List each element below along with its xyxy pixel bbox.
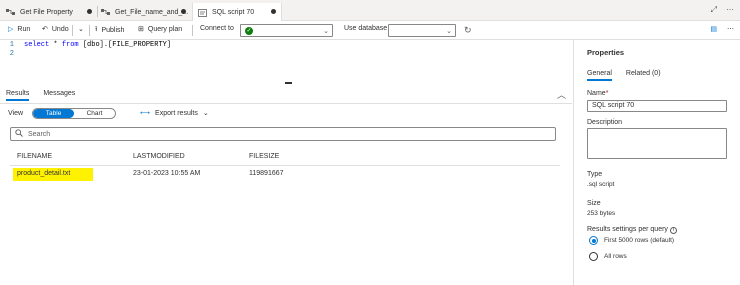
use-database-select[interactable]: ⌄	[388, 24, 456, 37]
run-label: Run	[17, 25, 31, 33]
code-text: select * from [dbo].[FILE_PROPERTY]	[24, 41, 172, 49]
name-label: Name*	[587, 90, 609, 97]
description-label: Description	[587, 119, 623, 126]
line-number: 1	[9, 41, 14, 49]
properties-tabs: General Related (0)	[587, 70, 661, 81]
export-arrows-icon: ⟷	[140, 110, 151, 117]
editor-line: 1 select * from [dbo].[FILE_PROPERTY]	[0, 41, 171, 50]
column-header-filename[interactable]: FILENAME	[17, 153, 52, 160]
tab-get-file-name[interactable]: Get_File_name_and_...	[101, 3, 191, 21]
radio-all-rows[interactable]: All rows	[589, 252, 627, 261]
tab-label: Get_File_name_and_...	[115, 8, 189, 16]
more-options-icon[interactable]: ⋯	[727, 25, 734, 33]
undo-button[interactable]: ↶ Undo	[42, 25, 69, 34]
toolbar-divider	[72, 25, 73, 36]
export-label: Export results	[155, 109, 198, 117]
undo-dropdown-chevron-icon[interactable]: ⌄	[78, 25, 88, 33]
view-label: View	[8, 110, 24, 117]
unsaved-dot-icon	[87, 9, 92, 14]
pane-splitter[interactable]	[573, 40, 574, 285]
view-toggle[interactable]: Table Chart	[32, 108, 117, 119]
undo-icon: ↶	[42, 26, 48, 33]
header-divider	[10, 165, 560, 166]
divider	[0, 103, 572, 104]
search-input[interactable]: Search	[10, 127, 556, 141]
tab-sql-script-70[interactable]: SQL script 70	[192, 3, 282, 22]
collapse-chevron-up-icon[interactable]: ︿	[557, 88, 566, 101]
results-tabs: Results Messages	[6, 90, 75, 101]
toolbar-right-actions: ▤ ⋯	[710, 25, 734, 33]
type-value: .sql script	[587, 181, 615, 188]
description-field[interactable]	[587, 128, 727, 159]
connect-to-label: Connect to	[200, 25, 234, 32]
line-number: 2	[9, 50, 14, 58]
search-placeholder: Search	[28, 130, 51, 138]
name-field[interactable]: SQL script 70	[587, 100, 727, 112]
editor-line: 2	[0, 50, 24, 59]
radio-first-5000-rows[interactable]: First 5000 rows (default)	[589, 236, 674, 245]
cell-filename[interactable]: product_detail.txt	[17, 170, 70, 177]
info-icon[interactable]: i	[669, 227, 677, 234]
publish-button[interactable]: ⭱ Publish	[95, 25, 124, 36]
sql-editor[interactable]: 1 select * from [dbo].[FILE_PROPERTY] 2	[0, 40, 572, 84]
more-options-icon[interactable]: ⋯	[726, 5, 734, 15]
chevron-down-icon: ⌄	[446, 28, 452, 35]
results-settings-label: Results settings per query i	[587, 226, 677, 234]
refresh-icon[interactable]: ↻	[464, 25, 472, 36]
view-row: View Table Chart	[8, 108, 117, 119]
tab-messages[interactable]: Messages	[43, 90, 75, 101]
tabstrip-actions: ⤢ ⋯	[711, 5, 734, 15]
column-header-lastmodified[interactable]: LASTMODIFIED	[133, 153, 185, 160]
view-table-option[interactable]: Table	[33, 109, 75, 118]
radio-selected-icon	[589, 236, 598, 245]
query-plan-label: Query plan	[147, 25, 183, 33]
cell-lastmodified[interactable]: 23-01-2023 10:55 AM	[133, 170, 200, 177]
column-header-filesize[interactable]: FILESIZE	[249, 153, 279, 160]
connected-check-icon: ✓	[245, 27, 253, 35]
publish-label: Publish	[101, 27, 125, 34]
unsaved-dot-icon	[271, 9, 276, 14]
properties-pane: Properties General Related (0) Name* SQL…	[576, 40, 740, 285]
size-value: 253 bytes	[587, 210, 616, 217]
play-icon: ▷	[8, 26, 14, 33]
sql-script-icon	[198, 8, 207, 17]
unsaved-dot-icon	[181, 9, 186, 14]
export-results-button[interactable]: ⟷ Export results ⌄	[140, 109, 209, 118]
query-plan-button[interactable]: ⊞ Query plan	[138, 25, 183, 34]
tab-strip: Get File Property Get_File_name_and_... …	[0, 0, 740, 22]
tab-general[interactable]: General	[587, 70, 612, 81]
query-plan-icon: ⊞	[138, 26, 144, 33]
tab-divider	[97, 6, 98, 17]
radio-empty-icon	[589, 252, 598, 261]
toolbar-divider	[89, 25, 90, 36]
toolbar: ▷ Run ↶ Undo ⌄ ⭱ Publish ⊞ Query plan Co…	[0, 21, 740, 40]
type-label: Type	[587, 171, 603, 178]
use-database-label: Use database	[344, 25, 388, 32]
connect-to-select[interactable]: ✓ ⌄	[240, 24, 333, 37]
tab-label: SQL script 70	[212, 9, 255, 16]
tab-related[interactable]: Related (0)	[626, 70, 661, 81]
view-chart-option[interactable]: Chart	[74, 109, 115, 118]
chevron-down-icon: ⌄	[323, 28, 329, 35]
tab-results[interactable]: Results	[6, 90, 30, 101]
tab-label: Get File Property	[20, 8, 73, 16]
table-header: FILENAME LASTMODIFIED FILESIZE	[0, 150, 572, 164]
pipeline-icon	[6, 9, 15, 15]
search-icon	[15, 129, 23, 139]
undo-label: Undo	[51, 25, 69, 33]
size-label: Size	[587, 200, 601, 207]
tab-get-file-property[interactable]: Get File Property	[6, 3, 97, 21]
chevron-down-icon: ⌄	[202, 110, 209, 117]
toolbar-divider	[192, 25, 193, 36]
run-button[interactable]: ▷ Run	[8, 25, 31, 34]
resize-handle[interactable]	[285, 82, 292, 84]
table-row[interactable]: product_detail.txt 23-01-2023 10:55 AM 1…	[0, 167, 572, 182]
pipeline-icon	[101, 9, 110, 15]
publish-icon: ⭱	[95, 26, 98, 33]
expand-icon[interactable]: ⤢	[711, 5, 717, 15]
cell-filesize[interactable]: 119891667	[249, 170, 284, 177]
properties-title: Properties	[587, 48, 625, 57]
properties-panel-icon[interactable]: ▤	[710, 25, 717, 33]
